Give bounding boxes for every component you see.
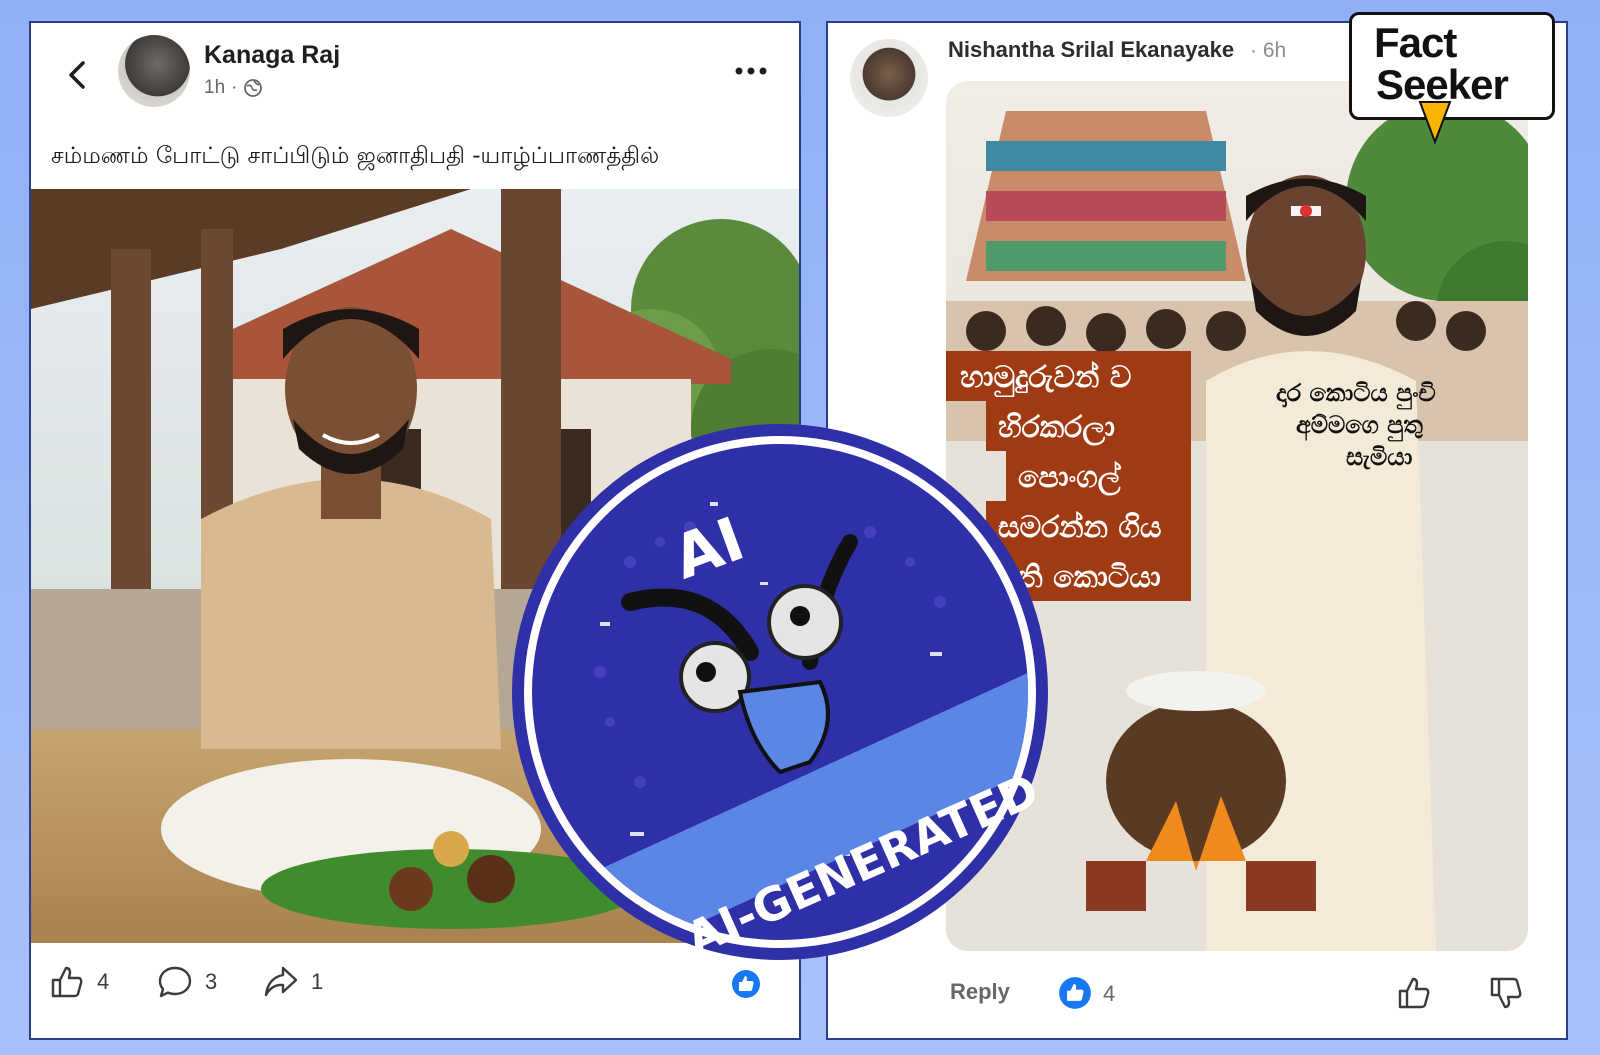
avatar[interactable] — [118, 35, 190, 107]
post-time: 1h — [204, 77, 226, 98]
avatar[interactable] — [850, 39, 928, 117]
thumbs-down-icon[interactable] — [1488, 975, 1524, 1011]
post-author-name[interactable]: Kanaga Raj — [204, 41, 340, 70]
thumbs-up-icon — [51, 966, 83, 998]
like-reaction-icon — [1059, 977, 1091, 1009]
post-meta: 1h · — [204, 77, 263, 99]
share-count: 1 — [311, 969, 324, 994]
back-arrow-icon[interactable] — [61, 57, 97, 93]
logo-line-1: Fact — [1374, 19, 1457, 66]
like-count: 4 — [97, 969, 110, 994]
like-reaction-icon — [732, 970, 760, 998]
reaction-count: 4 — [1103, 981, 1116, 1006]
comment-icon — [158, 966, 192, 998]
meme-right-line-1: දාර කොටිය පුංචි — [1276, 379, 1436, 409]
meme-right-line-3: සැමියා — [1346, 443, 1412, 471]
factseeker-logo: Fact Seeker — [1349, 12, 1555, 120]
share-icon — [264, 966, 298, 997]
ai-generated-stamp: AI AI-GENERATED — [512, 424, 1048, 962]
reply-button[interactable]: Reply — [950, 979, 1010, 1005]
more-options-icon[interactable] — [733, 61, 769, 81]
post-author-name[interactable]: Nishantha Srilal Ekanayake — [948, 37, 1234, 63]
beak-icon — [1418, 101, 1452, 144]
meme-right-line-2: අම්මගෙ පුතු — [1296, 411, 1423, 441]
meme-line-1: හාමුදුරුවන් ව — [960, 360, 1131, 398]
post-time: · 6h — [1250, 39, 1287, 62]
globe-icon — [244, 79, 263, 97]
post-caption: சம்மணம் போட்டு சாப்பிடும் ஜனாதிபதி -யாழ்… — [51, 143, 660, 169]
comment-count: 3 — [205, 969, 218, 994]
comment-button[interactable]: 3 — [157, 964, 217, 1000]
share-button[interactable]: 1 — [263, 964, 323, 1000]
like-button[interactable]: 4 — [49, 964, 109, 1000]
thumbs-up-icon[interactable] — [1396, 975, 1432, 1011]
